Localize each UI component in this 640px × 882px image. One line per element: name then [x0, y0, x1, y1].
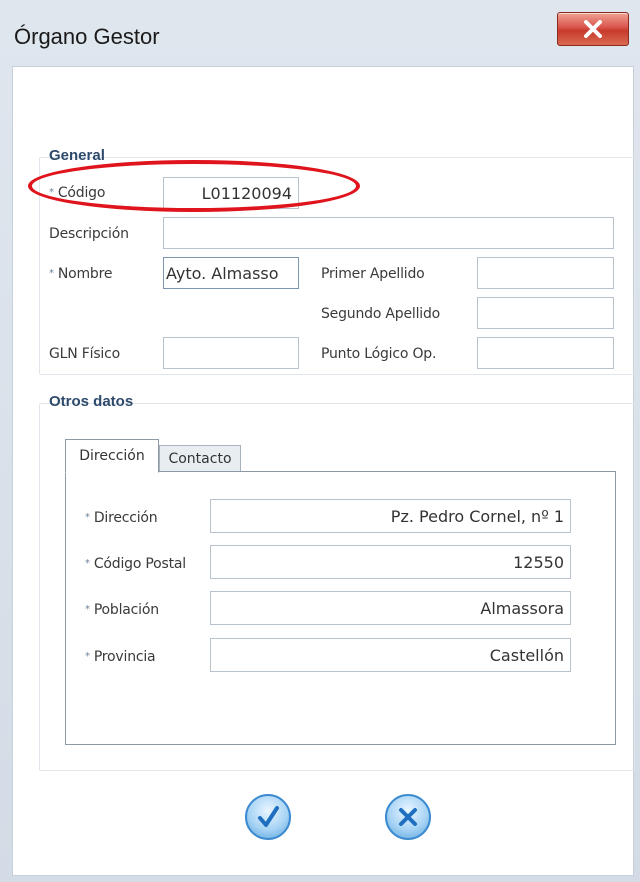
descripcion-input[interactable] [163, 217, 614, 249]
codigo-label: * Código [49, 185, 106, 201]
accept-button[interactable] [244, 793, 292, 841]
checkmark-icon [258, 806, 279, 827]
general-legend: General [49, 147, 105, 164]
direccion-label: * Dirección [85, 510, 158, 526]
gln-fisico-input[interactable] [163, 337, 299, 369]
poblacion-label: * Población [85, 602, 159, 618]
close-button[interactable] [557, 12, 629, 46]
primer-apellido-input[interactable] [477, 257, 614, 289]
punto-logico-input[interactable] [477, 337, 614, 369]
codigo-input[interactable]: L01120094 [163, 177, 299, 209]
codigo-postal-input[interactable]: 12550 [210, 545, 571, 579]
dialog-content: General * Código L01120094 Descripción * N… [12, 66, 635, 876]
poblacion-input[interactable]: Almassora [210, 591, 571, 625]
provincia-label: * Provincia [85, 649, 156, 665]
codigo-postal-label: * Código Postal [85, 556, 186, 572]
primer-apellido-label: Primer Apellido [321, 266, 425, 282]
punto-logico-label: Punto Lógico Op. [321, 346, 437, 362]
segundo-apellido-input[interactable] [477, 297, 614, 329]
gln-fisico-label: GLN Físico [49, 346, 120, 362]
segundo-apellido-label: Segundo Apellido [321, 306, 441, 322]
provincia-input[interactable]: Castellón [210, 638, 571, 672]
descripcion-label: Descripción [49, 226, 129, 242]
nombre-input[interactable]: Ayto. Almasso [163, 257, 299, 289]
title-bar: Órgano Gestor [0, 0, 640, 66]
direccion-input[interactable]: Pz. Pedro Cornel, nº 1 [210, 499, 571, 533]
x-icon [399, 808, 417, 826]
close-icon [584, 20, 602, 38]
dialog-window: Órgano Gestor General * Código L01120094 … [0, 0, 640, 882]
window-title: Órgano Gestor [14, 24, 160, 49]
otros-datos-legend: Otros datos [49, 393, 134, 410]
tab-contacto[interactable]: Contacto [159, 445, 241, 472]
tab-direccion[interactable]: Dirección [65, 439, 159, 473]
cancel-button[interactable] [384, 793, 432, 841]
nombre-label: * Nombre [49, 266, 113, 282]
